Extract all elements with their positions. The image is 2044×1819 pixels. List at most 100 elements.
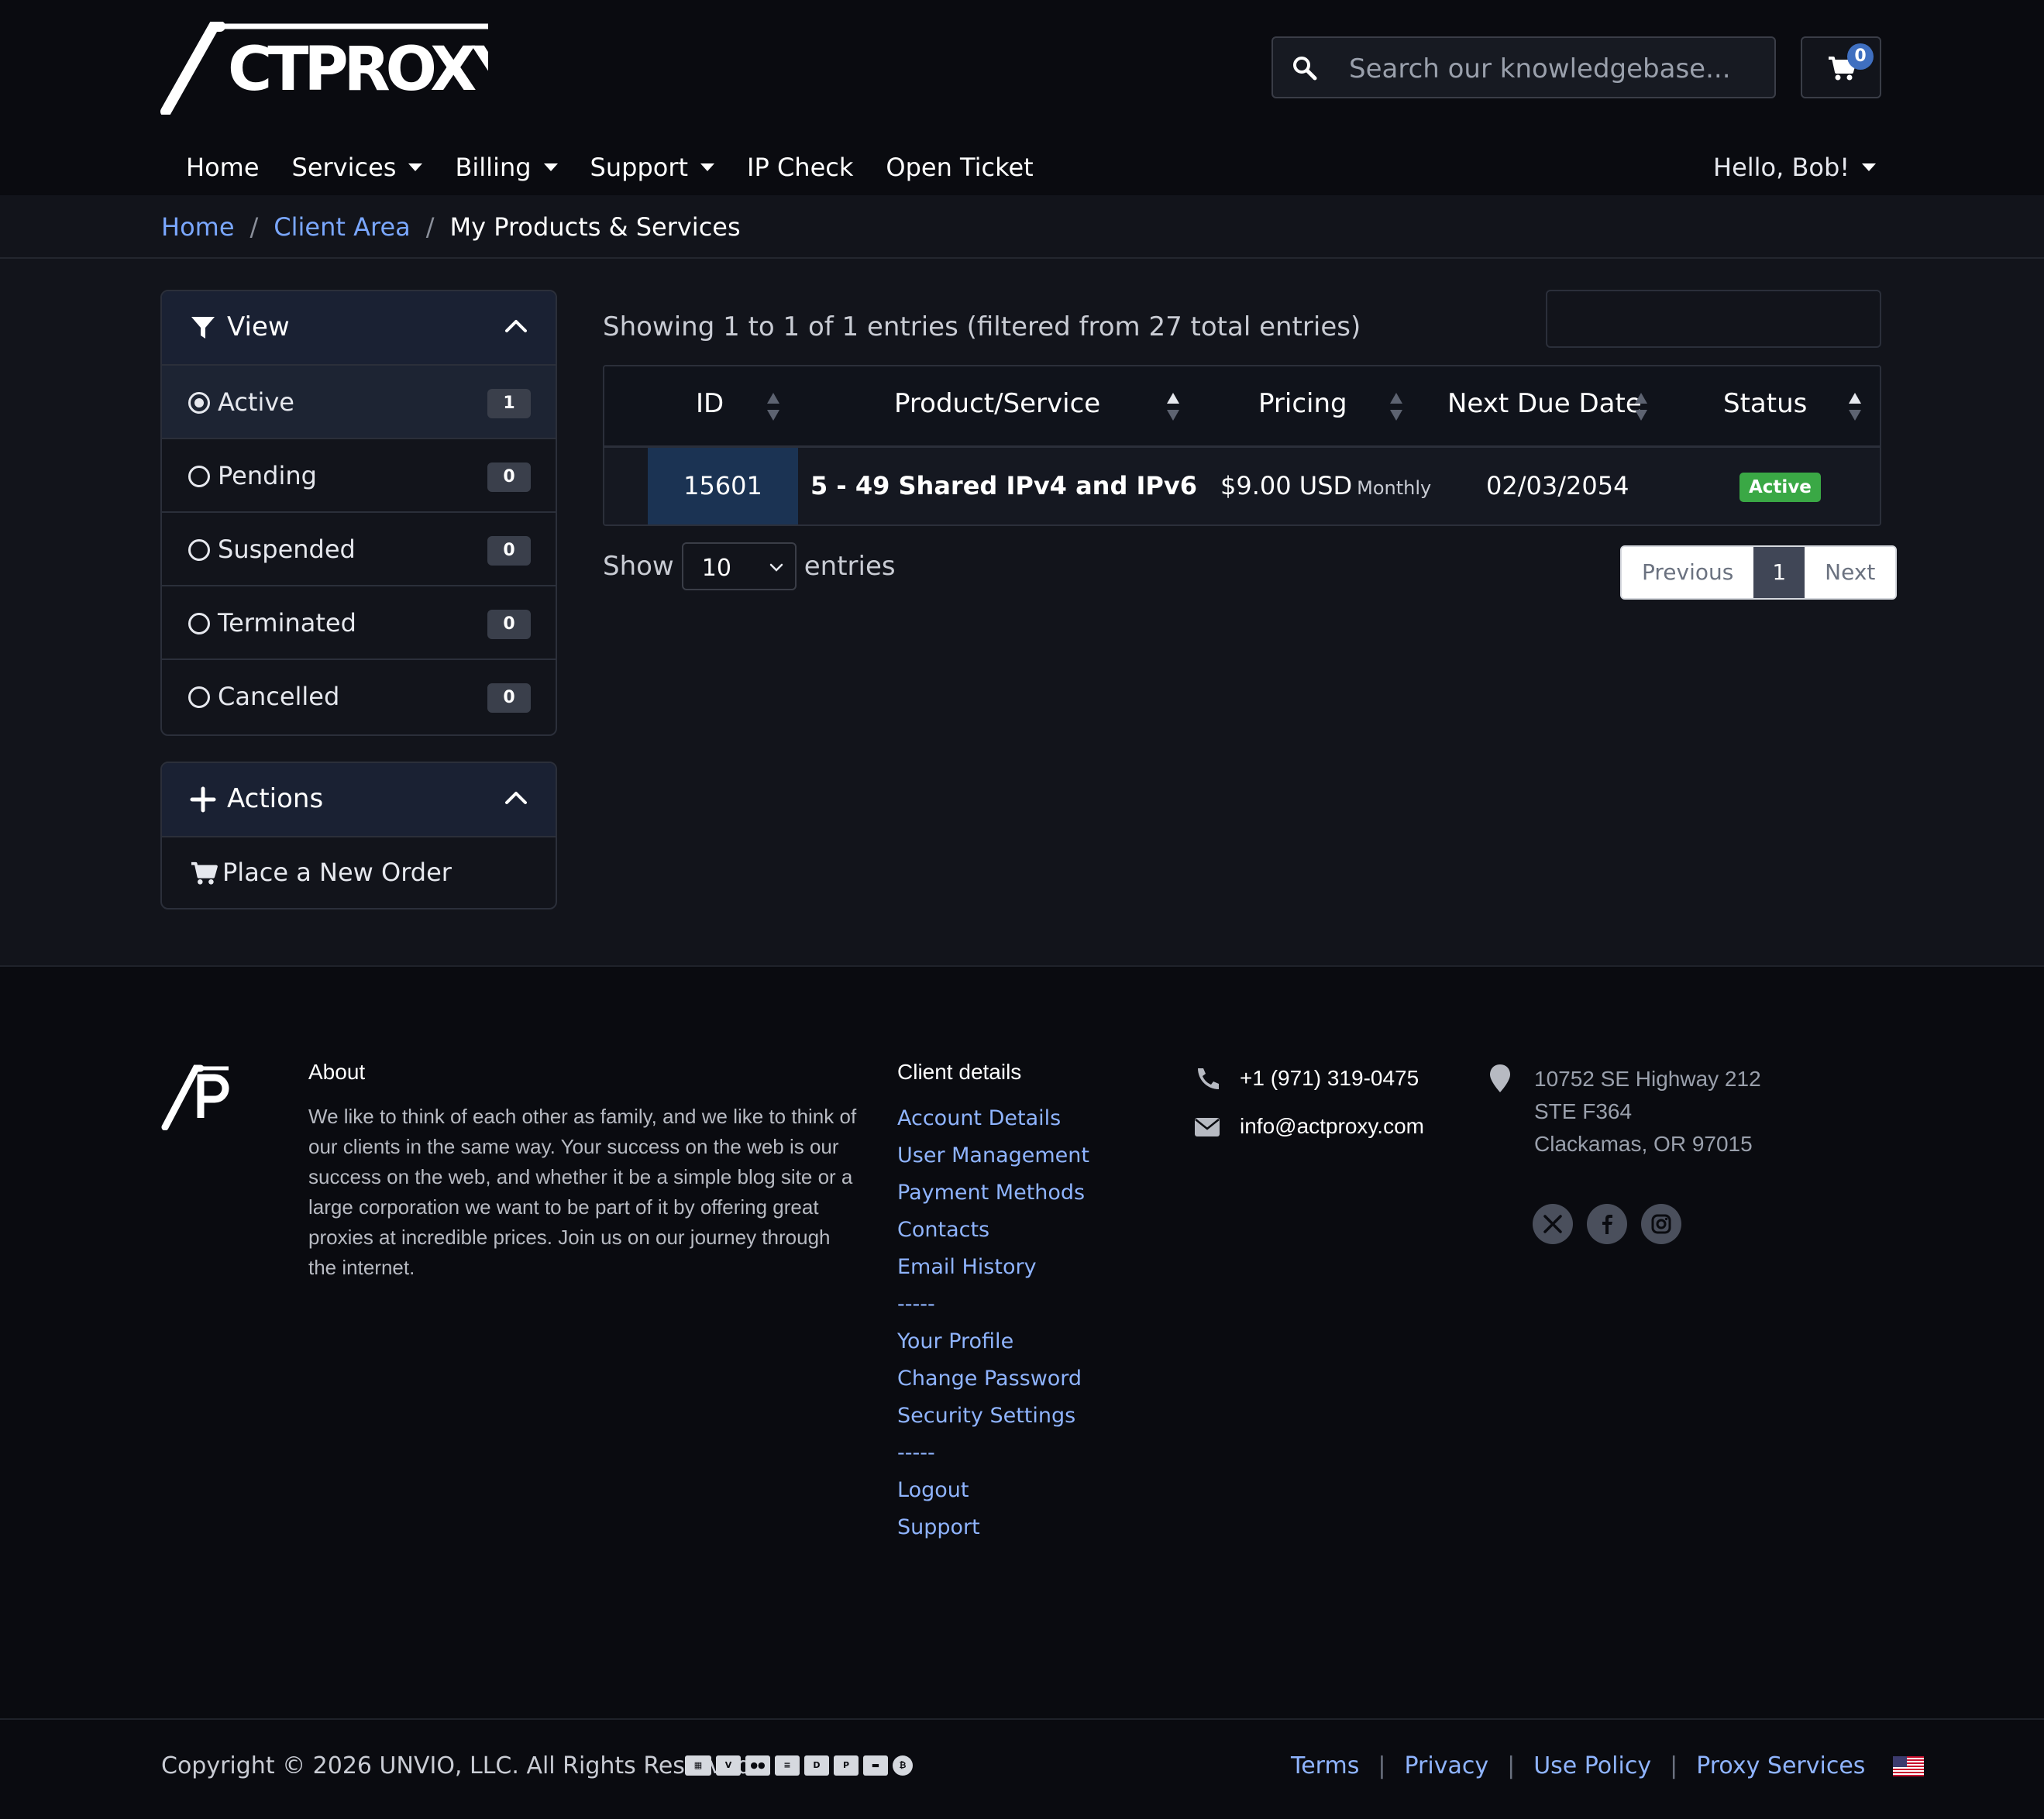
sort-icon[interactable]	[766, 391, 781, 422]
ap-logo-icon[interactable]	[160, 1064, 230, 1130]
us-flag-icon[interactable]	[1893, 1755, 1925, 1776]
page-length-value: 10	[701, 555, 731, 582]
footer-link-user-management[interactable]: User Management	[897, 1143, 1089, 1181]
view-filter-label: Cancelled	[218, 682, 340, 711]
svg-text:CTPROXY: CTPROXY	[228, 35, 488, 105]
search-box[interactable]: Search our knowledgebase...	[1271, 36, 1776, 98]
x-link[interactable]	[1533, 1204, 1573, 1244]
footer-link-email-history[interactable]: Email History	[897, 1255, 1089, 1292]
breadcrumb-separator: /	[425, 212, 435, 242]
radio-icon[interactable]	[188, 686, 210, 708]
use-policy-link[interactable]: Use Policy	[1533, 1752, 1651, 1779]
view-filter-label: Terminated	[218, 608, 356, 638]
actions-panel: Actions Place a New Order	[160, 762, 557, 910]
radio-icon[interactable]	[188, 613, 210, 634]
bottom-links: Terms | Privacy | Use Policy | Proxy Ser…	[1291, 1752, 1925, 1779]
radio-icon[interactable]	[188, 466, 210, 487]
sort-icon[interactable]	[1633, 391, 1649, 422]
sort-asc-icon[interactable]	[1847, 391, 1863, 422]
user-greeting: Hello, Bob!	[1713, 153, 1850, 182]
service-id: 15601	[683, 471, 762, 500]
service-next-due-date: 02/03/2054	[1486, 471, 1629, 500]
breadcrumb-client-area[interactable]: Client Area	[274, 212, 410, 242]
footer-link-security-settings[interactable]: Security Settings	[897, 1404, 1089, 1441]
about-title: About	[308, 1060, 366, 1084]
footer-link-your-profile[interactable]: Your Profile	[897, 1329, 1089, 1367]
radio-selected-icon[interactable]	[188, 392, 210, 414]
contact-phone[interactable]: +1 (971) 319-0475	[1193, 1063, 1419, 1094]
address-line-1: 10752 SE Highway 212	[1534, 1067, 1761, 1091]
footer-link-change-password[interactable]: Change Password	[897, 1367, 1089, 1404]
view-filter-suspended[interactable]: Suspended 0	[162, 513, 556, 586]
terms-link[interactable]: Terms	[1291, 1752, 1359, 1779]
privacy-link[interactable]: Privacy	[1404, 1752, 1488, 1779]
footer-divider: -----	[897, 1292, 935, 1316]
view-filter-count: 0	[487, 610, 531, 639]
view-filter-pending[interactable]: Pending 0	[162, 439, 556, 513]
pagination-page-1[interactable]: 1	[1753, 547, 1805, 598]
site-header: CTPROXY Search our knowledgebase... 0 Ho…	[0, 0, 2044, 195]
view-filter-active[interactable]: Active 1	[162, 366, 556, 439]
footer-link-support[interactable]: Support	[897, 1515, 1089, 1553]
nav-ip-check[interactable]: IP Check	[747, 149, 853, 186]
place-new-order-link[interactable]: Place a New Order	[162, 837, 556, 908]
actions-panel-title: Actions	[227, 783, 324, 814]
chevron-down-icon	[769, 563, 783, 572]
nav-home[interactable]: Home	[186, 149, 260, 186]
x-icon	[1543, 1215, 1562, 1233]
visa-icon: V	[716, 1755, 741, 1776]
footer-divider: -----	[897, 1441, 935, 1465]
link-separator: |	[1507, 1752, 1516, 1779]
envelope-icon	[1195, 1118, 1220, 1136]
filter-icon	[191, 317, 215, 339]
breadcrumb-home[interactable]: Home	[161, 212, 235, 242]
footer-link-payment-methods[interactable]: Payment Methods	[897, 1181, 1089, 1218]
address-line-3: Clackamas, OR 97015	[1534, 1132, 1753, 1156]
caret-down-icon	[1862, 163, 1877, 171]
cart-count-badge: 0	[1847, 43, 1874, 70]
nav-support[interactable]: Support	[590, 149, 715, 186]
column-header-status[interactable]: Status	[1723, 388, 1807, 419]
pagination-next[interactable]: Next	[1805, 547, 1896, 598]
footer-link-contacts[interactable]: Contacts	[897, 1218, 1089, 1255]
nav-services[interactable]: Services	[292, 149, 423, 186]
facebook-link[interactable]	[1587, 1204, 1627, 1244]
radio-icon[interactable]	[188, 539, 210, 561]
cart-button[interactable]: 0	[1801, 36, 1881, 98]
table-row[interactable]: 15601 5 - 49 Shared IPv4 and IPv6 $9.00 …	[604, 448, 1880, 524]
view-panel-header[interactable]: View	[162, 291, 556, 366]
proxy-services-link[interactable]: Proxy Services	[1696, 1752, 1865, 1779]
nav-support-label: Support	[590, 153, 689, 182]
sort-asc-icon[interactable]	[1165, 391, 1181, 422]
page-length-select[interactable]: 10	[681, 542, 797, 590]
column-header-pricing[interactable]: Pricing	[1258, 388, 1347, 419]
contact-email[interactable]: info@actproxy.com	[1193, 1111, 1424, 1142]
phone-number: +1 (971) 319-0475	[1240, 1066, 1419, 1090]
caret-down-icon	[408, 163, 423, 171]
breadcrumb-separator: /	[249, 212, 259, 242]
nav-open-ticket[interactable]: Open Ticket	[886, 149, 1033, 186]
search-input[interactable]: Search our knowledgebase...	[1349, 53, 1731, 84]
view-filter-cancelled[interactable]: Cancelled 0	[162, 660, 556, 734]
pagination-previous[interactable]: Previous	[1622, 547, 1754, 598]
search-icon	[1293, 57, 1317, 81]
column-header-product[interactable]: Product/Service	[894, 388, 1100, 419]
amex-icon: ≡	[775, 1755, 800, 1776]
chevron-up-icon[interactable]	[504, 318, 528, 333]
actproxy-logo[interactable]: CTPROXY	[160, 22, 488, 115]
actions-panel-header[interactable]: Actions	[162, 763, 556, 837]
nav-billing[interactable]: Billing	[455, 149, 558, 186]
service-id-cell[interactable]: 15601	[648, 448, 798, 524]
sort-icon[interactable]	[1388, 391, 1404, 422]
table-header: ID Product/Service Pricing Next Due Date…	[604, 366, 1880, 448]
instagram-link[interactable]	[1641, 1204, 1681, 1244]
user-menu[interactable]: Hello, Bob!	[1713, 149, 1877, 186]
chevron-up-icon[interactable]	[504, 789, 528, 805]
view-filter-terminated[interactable]: Terminated 0	[162, 586, 556, 660]
column-header-next-due[interactable]: Next Due Date	[1447, 388, 1642, 419]
table-filter-input[interactable]	[1546, 290, 1881, 348]
column-header-id[interactable]: ID	[696, 388, 724, 419]
footer-link-account-details[interactable]: Account Details	[897, 1106, 1089, 1143]
cart-icon	[191, 861, 218, 885]
footer-link-logout[interactable]: Logout	[897, 1478, 1089, 1515]
